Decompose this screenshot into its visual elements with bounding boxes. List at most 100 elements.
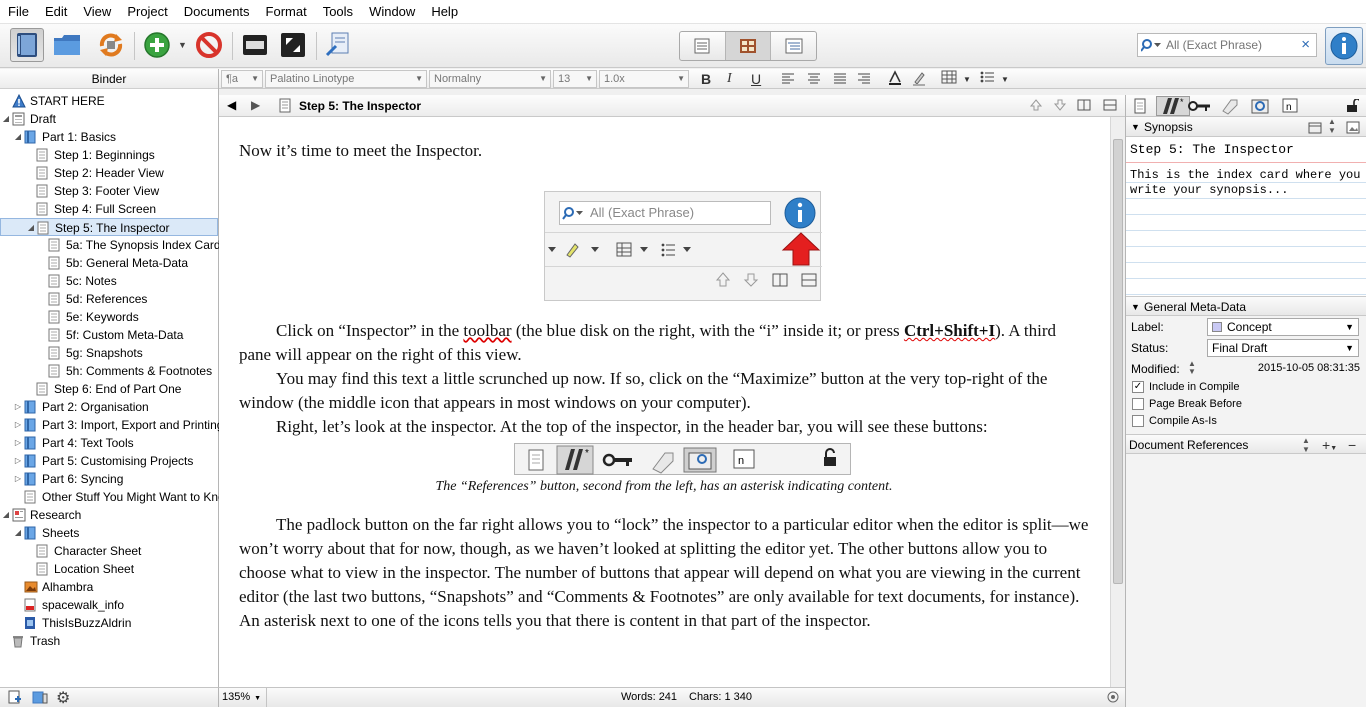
binder-item[interactable]: 5f: Custom Meta-Data [0,326,218,344]
search-field[interactable]: × [1137,33,1317,57]
scrivenings-view-button[interactable] [680,32,726,60]
include-in-compile-checkbox[interactable]: ✓ Include in Compile [1126,379,1366,396]
document-references-list[interactable] [1126,454,1366,694]
text-color-icon[interactable] [887,70,903,90]
collapsed-arrow-icon[interactable]: ▷ [13,470,23,488]
align-justify-icon[interactable] [833,70,847,88]
menu-project[interactable]: Project [119,0,175,24]
menu-edit[interactable]: Edit [37,0,75,24]
snapshots-tab[interactable] [1248,96,1272,116]
binder-item[interactable]: ◢ Draft [0,110,218,128]
style-select[interactable]: ¶a ▼ [221,70,263,88]
collapsed-arrow-icon[interactable]: ▷ [13,416,23,434]
menu-format[interactable]: Format [258,0,315,24]
binder-item[interactable]: Step 6: End of Part One [0,380,218,398]
font-family-select[interactable]: Palatino Linotype ▼ [265,70,427,88]
binder-item[interactable]: Step 3: Footer View [0,182,218,200]
binder-item[interactable]: Step 4: Full Screen [0,200,218,218]
split-horizontal-icon[interactable] [1103,99,1117,114]
binder-item[interactable]: START HERE [0,92,218,110]
comments-tab[interactable]: n [1278,96,1302,116]
add-item-icon[interactable] [8,690,22,707]
collapsed-arrow-icon[interactable]: ▷ [13,434,23,452]
scrollbar-thumb[interactable] [1113,139,1123,584]
list-dropdown-chevron-icon[interactable]: ▼ [1001,71,1009,89]
menu-window[interactable]: Window [361,0,423,24]
table-icon[interactable] [941,70,957,88]
typeface-select[interactable]: Normalny ▼ [429,70,551,88]
search-input[interactable] [1166,38,1286,52]
custom-metadata-tab[interactable] [1218,96,1242,116]
binder-item[interactable]: 5g: Snapshots [0,344,218,362]
search-icon[interactable] [1138,38,1166,52]
collapse-triangle-icon[interactable]: ▼ [1131,117,1140,137]
compose-mode-button[interactable] [238,28,272,62]
gear-icon[interactable]: ⚙ [56,688,70,707]
synopsis-stepper-icon[interactable]: ▲ ▼ [1328,117,1336,135]
add-document-button[interactable] [140,28,174,62]
document-references-header[interactable]: Document References ▲ ▼ +▼ − [1126,434,1366,454]
collections-button[interactable] [50,28,84,62]
collapse-triangle-icon[interactable]: ▼ [1131,297,1140,317]
lock-inspector-button[interactable] [1340,96,1364,116]
line-spacing-select[interactable]: 1.0x ▼ [599,70,689,88]
binder-item[interactable]: 5h: Comments & Footnotes [0,362,218,380]
binder-item[interactable]: ◢ Step 5: The Inspector [0,218,218,236]
table-dropdown-chevron-icon[interactable]: ▼ [963,71,971,89]
synopsis-title-field[interactable]: Step 5: The Inspector [1126,137,1366,163]
compile-as-is-checkbox[interactable]: Compile As-Is [1126,413,1366,430]
add-dropdown-chevron-icon[interactable]: ▼ [178,40,187,50]
menu-documents[interactable]: Documents [176,0,258,24]
binder-item[interactable]: ◢ Sheets [0,524,218,542]
date-toggle-stepper-icon[interactable]: ▲ ▼ [1188,360,1196,376]
text-editor[interactable]: Now it’s time to meet the Inspector. All… [219,117,1110,687]
align-right-icon[interactable] [857,70,871,88]
binder-item[interactable]: ◢ Part 1: Basics [0,128,218,146]
binder-toggle-button[interactable] [10,28,44,62]
collapsed-arrow-icon[interactable]: ▷ [13,398,23,416]
target-icon[interactable] [1107,691,1119,706]
editor-scrollbar[interactable] [1110,117,1125,687]
up-arrow-icon[interactable] [1029,98,1043,115]
add-folder-icon[interactable] [32,690,48,707]
corkboard-view-button[interactable] [725,32,772,60]
status-select[interactable]: Final Draft ▼ [1207,339,1359,357]
outliner-view-button[interactable] [771,32,816,60]
editor-document-title[interactable]: Step 5: The Inspector [299,99,421,113]
binder-item[interactable]: 5c: Notes [0,272,218,290]
clear-search-icon[interactable]: × [1301,36,1310,53]
expanded-arrow-icon[interactable]: ◢ [13,128,23,146]
inspector-toggle-button[interactable] [1325,27,1363,65]
expanded-arrow-icon[interactable]: ◢ [1,506,11,524]
binder-item[interactable]: Other Stuff You Might Want to Know [0,488,233,506]
notes-tab[interactable] [1128,96,1152,116]
forward-arrow-icon[interactable]: ▶ [251,98,260,112]
menu-help[interactable]: Help [423,0,466,24]
list-icon[interactable] [979,70,995,88]
expanded-arrow-icon[interactable]: ◢ [1,110,11,128]
binder-item[interactable]: spacewalk_info [0,596,218,614]
expanded-arrow-icon[interactable]: ◢ [26,219,36,237]
keywords-tab[interactable] [1188,96,1212,116]
binder-item[interactable]: ▷ Part 3: Import, Export and Printing [0,416,224,434]
synopsis-mode-icon[interactable] [1308,120,1322,140]
menu-view[interactable]: View [75,0,119,24]
menu-file[interactable]: File [0,0,37,24]
font-size-select[interactable]: 13 ▼ [553,70,597,88]
refs-stepper-icon[interactable]: ▲ ▼ [1302,436,1310,454]
binder-item[interactable]: ThisIsBuzzAldrin [0,614,218,632]
sync-button[interactable] [94,28,128,62]
binder-item[interactable]: 5b: General Meta-Data [0,254,218,272]
delete-button[interactable] [192,28,226,62]
align-left-icon[interactable] [781,70,795,88]
editor-text[interactable]: Now it’s time to meet the Inspector. All… [239,139,1089,633]
label-select[interactable]: Concept ▼ [1207,318,1359,336]
binder-item[interactable]: Trash [0,632,218,650]
highlight-icon[interactable] [911,70,927,90]
page-break-before-checkbox[interactable]: Page Break Before [1126,396,1366,413]
binder-item[interactable]: ▷ Part 6: Syncing [0,470,218,488]
synopsis-text-area[interactable]: This is the index card where you write y… [1126,163,1366,296]
collapsed-arrow-icon[interactable]: ▷ [13,452,23,470]
full-screen-button[interactable] [276,28,310,62]
binder-item[interactable]: 5a: The Synopsis Index Card [0,236,221,254]
